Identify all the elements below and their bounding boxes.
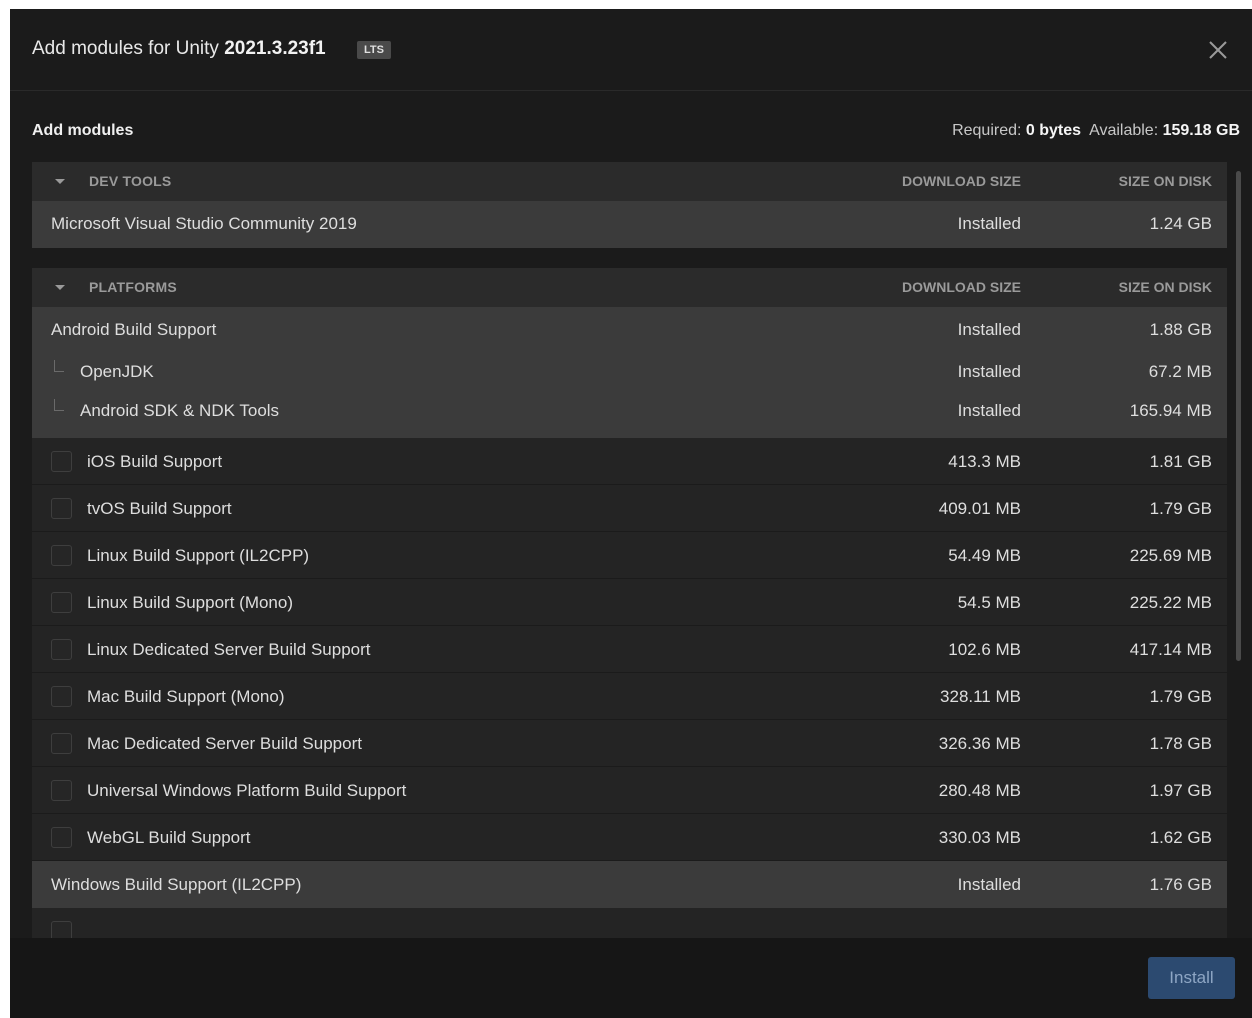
module-download-size: Installed bbox=[957, 214, 1021, 233]
module-row-next-partial[interactable] bbox=[32, 908, 1227, 938]
module-name: Linux Dedicated Server Build Support bbox=[87, 640, 371, 659]
module-download-size: Installed bbox=[957, 401, 1021, 420]
column-download-size: DOWNLOAD SIZE bbox=[902, 173, 1021, 189]
dialog-header: Add modules for Unity 2021.3.23f1 LTS bbox=[10, 9, 1252, 91]
module-checkbox[interactable] bbox=[51, 827, 72, 848]
module-name: Android SDK & NDK Tools bbox=[80, 401, 280, 420]
module-disk-size: 1.78 GB bbox=[1149, 734, 1212, 753]
module-name: OpenJDK bbox=[80, 362, 154, 381]
module-disk-size: 1.79 GB bbox=[1149, 687, 1212, 706]
platforms-section: PLATFORMS DOWNLOAD SIZE SIZE ON DISK And… bbox=[32, 268, 1227, 938]
module-row-visual-studio: Microsoft Visual Studio Community 2019 I… bbox=[32, 201, 1227, 248]
scrollbar[interactable] bbox=[1236, 171, 1241, 661]
module-name: WebGL Build Support bbox=[87, 828, 251, 847]
module-checkbox[interactable] bbox=[51, 545, 72, 566]
module-checkbox[interactable] bbox=[51, 592, 72, 613]
module-row-mac-mono[interactable]: Mac Build Support (Mono) 328.11 MB 1.79 … bbox=[32, 673, 1227, 720]
module-download-size: 413.3 MB bbox=[948, 452, 1021, 471]
module-disk-size: 1.88 GB bbox=[1149, 320, 1212, 339]
module-download-size: 409.01 MB bbox=[938, 499, 1021, 518]
column-download-size: DOWNLOAD SIZE bbox=[902, 279, 1021, 295]
dev-tools-section: DEV TOOLS DOWNLOAD SIZE SIZE ON DISK Mic… bbox=[32, 162, 1227, 248]
module-disk-size: 225.22 MB bbox=[1129, 593, 1212, 612]
tree-branch-icon bbox=[54, 399, 64, 411]
space-summary: Required: 0 bytes Available: 159.18 GB bbox=[952, 122, 1240, 140]
module-name: Mac Build Support (Mono) bbox=[87, 687, 285, 706]
module-row-uwp[interactable]: Universal Windows Platform Build Support… bbox=[32, 767, 1227, 814]
column-size-on-disk: SIZE ON DISK bbox=[1118, 279, 1212, 295]
module-download-size: Installed bbox=[957, 875, 1021, 894]
lts-badge: LTS bbox=[357, 41, 391, 59]
platforms-header[interactable]: PLATFORMS DOWNLOAD SIZE SIZE ON DISK bbox=[32, 268, 1227, 307]
add-modules-heading: Add modules bbox=[32, 122, 134, 139]
dev-tools-header[interactable]: DEV TOOLS DOWNLOAD SIZE SIZE ON DISK bbox=[32, 162, 1227, 201]
column-size-on-disk: SIZE ON DISK bbox=[1118, 173, 1212, 189]
module-download-size: Installed bbox=[957, 320, 1021, 339]
module-name: tvOS Build Support bbox=[87, 499, 232, 518]
collapse-caret-icon[interactable] bbox=[55, 179, 65, 184]
module-disk-size: 1.76 GB bbox=[1149, 875, 1212, 894]
unity-version: 2021.3.23f1 bbox=[224, 38, 326, 59]
dialog-title-prefix: Add modules for Unity bbox=[32, 38, 225, 59]
module-download-size: 54.5 MB bbox=[957, 593, 1021, 612]
module-name: Windows Build Support (IL2CPP) bbox=[51, 875, 302, 894]
module-download-size: 326.36 MB bbox=[938, 734, 1021, 753]
module-row-windows-il2cpp: Windows Build Support (IL2CPP) Installed… bbox=[32, 861, 1227, 908]
module-disk-size: 1.97 GB bbox=[1149, 781, 1212, 800]
available-value: 159.18 GB bbox=[1162, 122, 1240, 139]
module-row-openjdk: OpenJDK Installed 67.2 MB bbox=[32, 354, 1227, 393]
module-download-size: 280.48 MB bbox=[938, 781, 1021, 800]
dialog-title: Add modules for Unity 2021.3.23f1 bbox=[32, 38, 326, 60]
module-name: Mac Dedicated Server Build Support bbox=[87, 734, 362, 753]
module-download-size: 330.03 MB bbox=[938, 828, 1021, 847]
module-row-ios[interactable]: iOS Build Support 413.3 MB 1.81 GB bbox=[32, 438, 1227, 485]
module-name: Android Build Support bbox=[51, 320, 217, 339]
module-download-size: 328.11 MB bbox=[940, 687, 1021, 706]
dialog-footer: Install bbox=[10, 938, 1252, 1018]
module-checkbox[interactable] bbox=[51, 921, 72, 938]
section-title: DEV TOOLS bbox=[89, 173, 172, 189]
required-label: Required: bbox=[952, 122, 1022, 139]
module-disk-size: 1.81 GB bbox=[1149, 452, 1212, 471]
module-checkbox[interactable] bbox=[51, 686, 72, 707]
module-row-linux-mono[interactable]: Linux Build Support (Mono) 54.5 MB 225.2… bbox=[32, 579, 1227, 626]
module-download-size: 54.49 MB bbox=[948, 546, 1021, 565]
module-checkbox[interactable] bbox=[51, 733, 72, 754]
module-disk-size: 165.94 MB bbox=[1129, 401, 1212, 420]
module-name: Microsoft Visual Studio Community 2019 bbox=[51, 214, 357, 233]
module-row-webgl[interactable]: WebGL Build Support 330.03 MB 1.62 GB bbox=[32, 814, 1227, 861]
required-value: 0 bytes bbox=[1025, 122, 1082, 139]
module-row-android-sdk-ndk: Android SDK & NDK Tools Installed 165.94… bbox=[32, 393, 1227, 438]
module-row-linux-dedicated-server[interactable]: Linux Dedicated Server Build Support 102… bbox=[32, 626, 1227, 673]
module-disk-size: 225.69 MB bbox=[1129, 546, 1212, 565]
module-row-android: Android Build Support Installed 1.88 GB bbox=[32, 307, 1227, 354]
module-row-mac-dedicated-server[interactable]: Mac Dedicated Server Build Support 326.3… bbox=[32, 720, 1227, 767]
module-name: Universal Windows Platform Build Support bbox=[87, 781, 407, 800]
module-checkbox[interactable] bbox=[51, 780, 72, 801]
module-disk-size: 1.24 GB bbox=[1149, 214, 1212, 233]
available-label: Available: bbox=[1089, 122, 1159, 139]
modules-list[interactable]: DEV TOOLS DOWNLOAD SIZE SIZE ON DISK Mic… bbox=[32, 162, 1227, 938]
section-title: PLATFORMS bbox=[89, 279, 177, 295]
module-checkbox[interactable] bbox=[51, 639, 72, 660]
module-disk-size: 1.62 GB bbox=[1149, 828, 1212, 847]
module-disk-size: 417.14 MB bbox=[1129, 640, 1212, 659]
module-row-tvos[interactable]: tvOS Build Support 409.01 MB 1.79 GB bbox=[32, 485, 1227, 532]
install-button[interactable]: Install bbox=[1148, 957, 1235, 999]
module-disk-size: 67.2 MB bbox=[1148, 362, 1212, 381]
module-download-size: 102.6 MB bbox=[948, 640, 1021, 659]
module-row-linux-il2cpp[interactable]: Linux Build Support (IL2CPP) 54.49 MB 22… bbox=[32, 532, 1227, 579]
module-name: iOS Build Support bbox=[87, 452, 223, 471]
tree-branch-icon bbox=[54, 360, 64, 372]
module-checkbox[interactable] bbox=[51, 451, 72, 472]
module-download-size: Installed bbox=[957, 362, 1021, 381]
collapse-caret-icon[interactable] bbox=[55, 285, 65, 290]
add-modules-dialog: Add modules for Unity 2021.3.23f1 LTS Ad… bbox=[10, 9, 1252, 1018]
module-name: Linux Build Support (Mono) bbox=[87, 593, 294, 612]
module-name: Linux Build Support (IL2CPP) bbox=[87, 546, 310, 565]
module-disk-size: 1.79 GB bbox=[1149, 499, 1212, 518]
close-icon[interactable] bbox=[1207, 39, 1229, 61]
module-checkbox[interactable] bbox=[51, 498, 72, 519]
